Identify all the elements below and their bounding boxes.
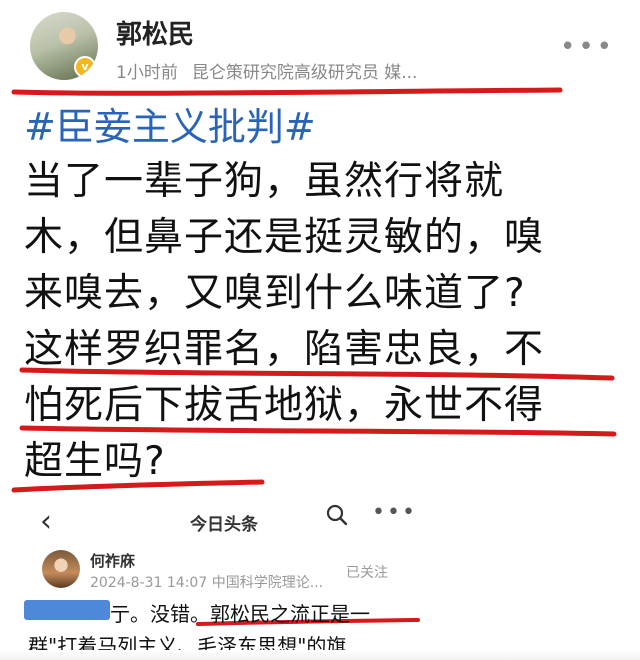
author-name[interactable]: 郭松民 xyxy=(116,14,194,51)
post-meta: 2024-8-31 14:07 中国科学院理论... xyxy=(90,575,324,591)
post-text-line: 超生吗? xyxy=(24,439,166,484)
follow-status-button[interactable]: 已关注 xyxy=(346,562,388,582)
verified-badge-icon: v xyxy=(74,56,96,78)
author-name[interactable]: 何祚庥 xyxy=(90,550,135,571)
post-text-line: 当了一辈子狗，虽然行将就 xyxy=(24,159,505,204)
hashtag-link[interactable]: #臣妾主义批判# xyxy=(24,96,316,151)
underline-meta xyxy=(11,87,563,96)
bottom-divider xyxy=(0,650,640,660)
author-bio: 昆仑策研究院高级研究员 媒... xyxy=(191,63,418,83)
author-avatar[interactable] xyxy=(42,550,80,588)
back-icon[interactable]: ‹ xyxy=(40,504,52,539)
post-time: 1小时前 xyxy=(116,63,178,83)
post-text-line: 木，但鼻子还是挺灵敏的，嗅 xyxy=(24,215,545,260)
post-text-line: 来嗅去，又嗅到什么味道了? xyxy=(24,271,526,316)
search-icon[interactable] xyxy=(326,504,348,526)
more-dots-icon[interactable]: ••• xyxy=(560,32,615,62)
post-text-line: 亍。没错。郭松民之流正是一 xyxy=(110,602,370,626)
redaction-mark xyxy=(24,600,110,620)
nav-title: 今日头条 xyxy=(190,515,258,535)
post-meta: 1小时前 昆仑策研究院高级研究员 媒... xyxy=(116,58,417,83)
post-text-line: 怕死后下拔舌地狱，永世不得 xyxy=(24,383,545,428)
more-dots-icon[interactable]: ••• xyxy=(372,500,417,525)
post-text-line: 这样罗织罪名，陷害忠良，不 xyxy=(24,327,545,372)
author-avatar[interactable]: v xyxy=(30,12,98,80)
